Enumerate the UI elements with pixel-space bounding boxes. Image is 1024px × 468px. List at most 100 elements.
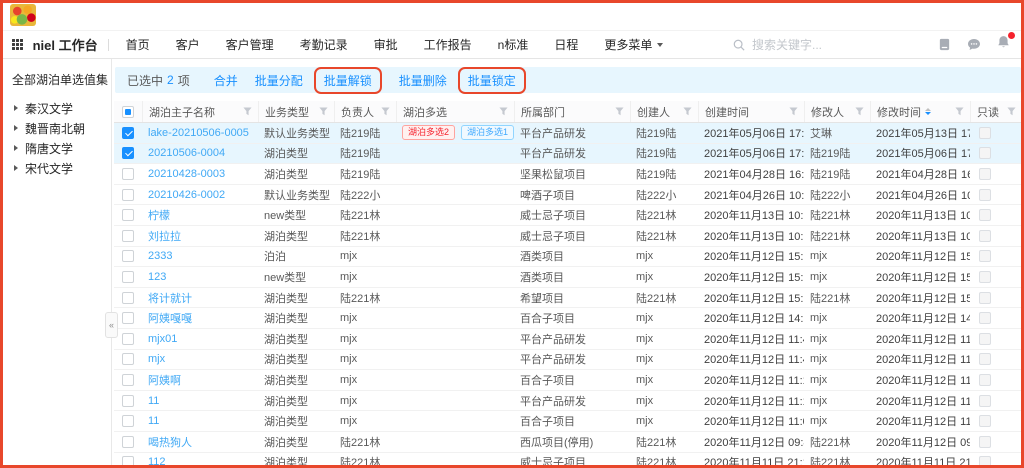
table-row[interactable]: 将计就计湖泊类型陆221林希望项目陆221林2020年11月12日 15:15陆… <box>114 288 1022 309</box>
row-checkbox[interactable] <box>122 292 134 304</box>
row-checkbox[interactable] <box>122 168 134 180</box>
filter-icon[interactable] <box>615 107 624 116</box>
filter-icon[interactable] <box>319 107 328 116</box>
book-icon[interactable] <box>938 38 951 51</box>
nav-item-1[interactable]: 首页 <box>113 36 163 53</box>
table-row[interactable]: 20210426-0002默认业务类型陆222小啤酒子项目陆222小2021年0… <box>114 185 1022 206</box>
readonly-checkbox[interactable] <box>979 271 991 283</box>
table-row[interactable]: mjx湖泊类型mjx平台产品研发mjx2020年11月12日 11:44mjx2… <box>114 350 1022 371</box>
row-checkbox[interactable] <box>122 333 134 345</box>
filter-icon[interactable] <box>499 107 508 116</box>
readonly-checkbox[interactable] <box>979 209 991 221</box>
row-name-link[interactable]: 11 <box>148 415 159 427</box>
filter-icon[interactable] <box>381 107 390 116</box>
sort-icon[interactable] <box>925 108 931 115</box>
table-row[interactable]: 柠檬new类型陆221林威士忌子项目陆221林2020年11月13日 10:31… <box>114 205 1022 226</box>
row-name-link[interactable]: 喝热狗人 <box>148 434 192 450</box>
row-name-link[interactable]: 11 <box>148 395 159 407</box>
search-box[interactable]: 搜索关键字... <box>733 36 822 53</box>
table-row[interactable]: 刘拉拉湖泊类型陆221林威士忌子项目陆221林2020年11月13日 10:30… <box>114 226 1022 247</box>
readonly-checkbox[interactable] <box>979 189 991 201</box>
row-checkbox[interactable] <box>122 436 134 448</box>
nav-item-4[interactable]: 考勤记录 <box>287 36 361 53</box>
row-name-link[interactable]: 20210426-0002 <box>148 189 225 201</box>
row-name-link[interactable]: 2333 <box>148 250 172 262</box>
table-row[interactable]: 11湖泊类型mjx百合子项目mjx2020年11月12日 11:04mjx202… <box>114 411 1022 432</box>
row-checkbox[interactable] <box>122 456 134 467</box>
row-name-link[interactable]: 20210428-0003 <box>148 168 225 180</box>
readonly-checkbox[interactable] <box>979 333 991 345</box>
sidebar-item-3[interactable]: 隋唐文学 <box>0 138 111 158</box>
table-row[interactable]: mjx01湖泊类型mjx平台产品研发mjx2020年11月12日 11:46mj… <box>114 329 1022 350</box>
row-checkbox[interactable] <box>122 189 134 201</box>
nav-item-5[interactable]: 审批 <box>361 36 411 53</box>
readonly-checkbox[interactable] <box>979 292 991 304</box>
table-row[interactable]: 20210506-0004湖泊类型陆219陆平台产品研发陆219陆2021年05… <box>114 144 1022 165</box>
table-row[interactable]: 20210428-0003湖泊类型陆219陆坚果松鼠项目陆219陆2021年04… <box>114 164 1022 185</box>
table-row[interactable]: 123new类型mjx酒类项目mjx2020年11月12日 15:25mjx20… <box>114 267 1022 288</box>
sidebar-item-4[interactable]: 宋代文学 <box>0 158 111 178</box>
table-row[interactable]: 2333泊泊mjx酒类项目mjx2020年11月12日 15:25mjx2020… <box>114 247 1022 268</box>
readonly-checkbox[interactable] <box>979 353 991 365</box>
row-checkbox[interactable] <box>122 127 134 139</box>
readonly-checkbox[interactable] <box>979 374 991 386</box>
row-name-link[interactable]: 将计就计 <box>148 290 192 306</box>
table-row[interactable]: lake-20210506-0005默认业务类型陆219陆湖泊多选2湖泊多选1平… <box>114 123 1022 144</box>
readonly-checkbox[interactable] <box>979 456 991 467</box>
row-name-link[interactable]: 112 <box>148 456 166 467</box>
row-name-link[interactable]: lake-20210506-0005 <box>148 127 249 139</box>
row-checkbox[interactable] <box>122 147 134 159</box>
sidebar-item-1[interactable]: 秦汉文学 <box>0 98 111 118</box>
sidebar-item-2[interactable]: 魏晋南北朝 <box>0 118 111 138</box>
row-name-link[interactable]: 柠檬 <box>148 207 170 223</box>
nav-item-8[interactable]: 日程 <box>541 36 591 53</box>
readonly-checkbox[interactable] <box>979 395 991 407</box>
table-row[interactable]: 112湖泊类型陆221林威士忌子项目陆221林2020年11月11日 21:19… <box>114 453 1022 468</box>
table-row[interactable]: 11湖泊类型mjx平台产品研发mjx2020年11月12日 11:11mjx20… <box>114 391 1022 412</box>
row-checkbox[interactable] <box>122 209 134 221</box>
select-all-checkbox[interactable] <box>122 106 134 118</box>
row-name-link[interactable]: 刘拉拉 <box>148 228 181 244</box>
readonly-checkbox[interactable] <box>979 415 991 427</box>
row-name-link[interactable]: 阿姨嘎嘎 <box>148 310 192 326</box>
filter-icon[interactable] <box>789 107 798 116</box>
row-name-link[interactable]: mjx <box>148 353 165 365</box>
row-checkbox[interactable] <box>122 353 134 365</box>
nav-item-7[interactable]: n标准 <box>485 36 542 53</box>
filter-icon[interactable] <box>683 107 692 116</box>
row-checkbox[interactable] <box>122 250 134 262</box>
toolbar-button-1[interactable]: 合并 <box>214 72 238 89</box>
readonly-checkbox[interactable] <box>979 436 991 448</box>
chat-icon[interactable] <box>967 38 981 51</box>
filter-icon[interactable] <box>243 107 252 116</box>
row-checkbox[interactable] <box>122 271 134 283</box>
row-checkbox[interactable] <box>122 395 134 407</box>
nav-item-2[interactable]: 客户 <box>163 36 213 53</box>
table-row[interactable]: 阿姨嘎嘎湖泊类型mjx百合子项目mjx2020年11月12日 14:38mjx2… <box>114 308 1022 329</box>
row-name-link[interactable]: 阿姨啊 <box>148 372 181 388</box>
readonly-checkbox[interactable] <box>979 127 991 139</box>
filter-icon[interactable] <box>955 107 964 116</box>
filter-icon[interactable] <box>1007 107 1016 116</box>
nav-item-6[interactable]: 工作报告 <box>411 36 485 53</box>
readonly-checkbox[interactable] <box>979 250 991 262</box>
filter-icon[interactable] <box>855 107 864 116</box>
row-name-link[interactable]: 123 <box>148 271 166 283</box>
readonly-checkbox[interactable] <box>979 168 991 180</box>
toolbar-button-5[interactable]: 批量锁定 <box>458 67 526 94</box>
nav-item-more-menu[interactable]: 更多菜单 <box>591 36 676 53</box>
readonly-checkbox[interactable] <box>979 230 991 242</box>
toolbar-button-2[interactable]: 批量分配 <box>255 72 303 89</box>
readonly-checkbox[interactable] <box>979 147 991 159</box>
app-launcher-icon[interactable] <box>12 39 23 50</box>
readonly-checkbox[interactable] <box>979 312 991 324</box>
bell-wrap[interactable] <box>997 35 1010 54</box>
row-checkbox[interactable] <box>122 415 134 427</box>
row-name-link[interactable]: mjx01 <box>148 333 177 345</box>
row-name-link[interactable]: 20210506-0004 <box>148 147 225 159</box>
sidebar-collapse-button[interactable]: « <box>105 312 118 338</box>
nav-item-3[interactable]: 客户管理 <box>213 36 287 53</box>
toolbar-button-4[interactable]: 批量删除 <box>399 72 447 89</box>
row-checkbox[interactable] <box>122 374 134 386</box>
table-row[interactable]: 阿姨啊湖泊类型mjx百合子项目mjx2020年11月12日 11:16mjx20… <box>114 370 1022 391</box>
